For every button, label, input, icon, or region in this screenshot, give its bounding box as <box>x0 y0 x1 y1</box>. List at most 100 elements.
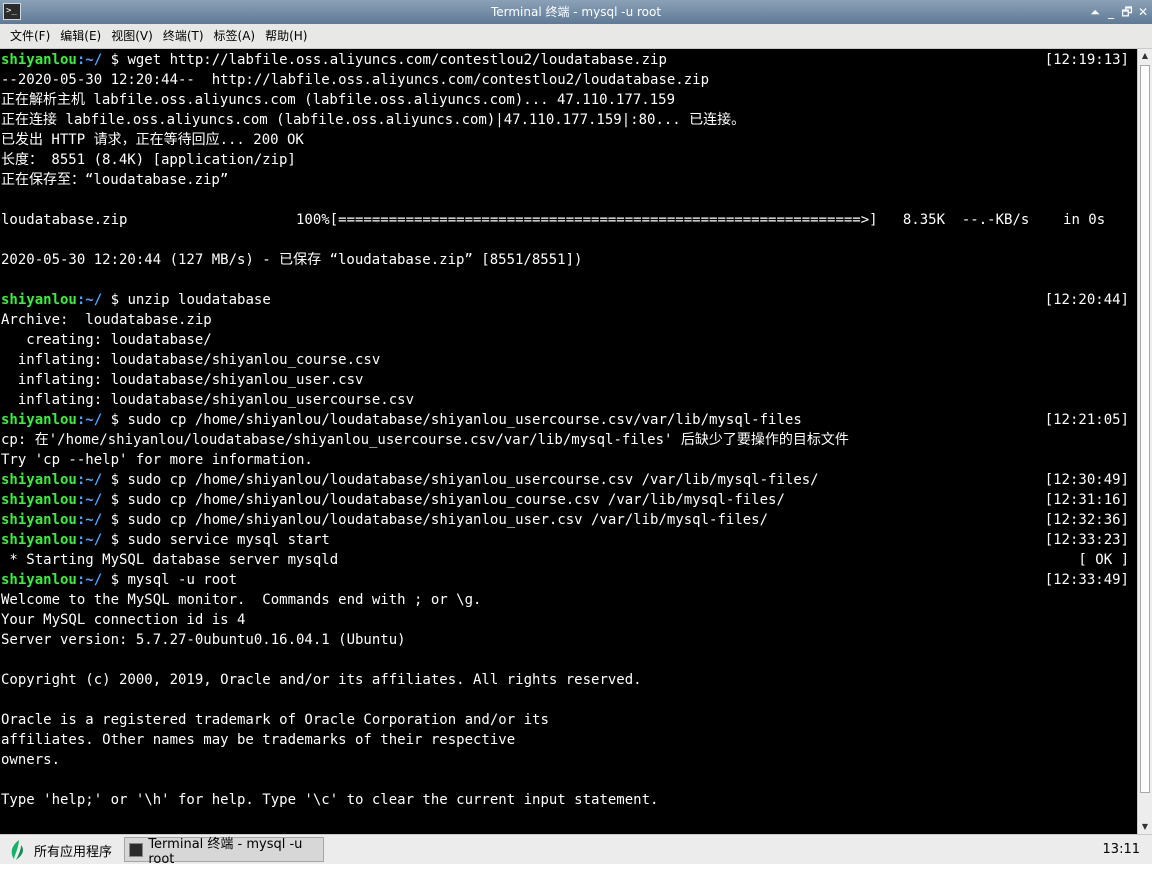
menu-view[interactable]: 视图(V) <box>106 24 158 48</box>
output-text: 2020-05-30 12:20:44 (127 MB/s) - 已保存 “lo… <box>1 252 583 268</box>
output-text: loudatabase.zip 100%[===================… <box>1 212 1106 228</box>
menu-edit[interactable]: 编辑(E) <box>55 24 106 48</box>
output-text: Your MySQL connection id is 4 <box>1 612 246 628</box>
applications-menu-button[interactable]: 所有应用程序 <box>6 837 112 863</box>
output-text: inflating: loudatabase/shiyanlou_course.… <box>1 352 381 368</box>
desktop-strip <box>0 864 1152 896</box>
prompt-line: shiyanlou:~/ $ sudo cp /home/shiyanlou/l… <box>1 490 785 510</box>
output-line: creating: loudatabase/ <box>1 330 212 350</box>
prompt-user: shiyanlou <box>1 532 77 548</box>
output-text: Copyright (c) 2000, 2019, Oracle and/or … <box>1 672 642 688</box>
prompt-symbol: $ <box>102 292 128 308</box>
menu-tabs[interactable]: 标签(A) <box>209 24 261 48</box>
leaf-logo-icon <box>11 840 24 860</box>
terminal-output[interactable]: shiyanlou:~/ $ wget http://labfile.oss.a… <box>0 49 1137 834</box>
output-line: 长度： 8551 (8.4K) [application/zip] <box>1 150 296 170</box>
scroll-thumb[interactable] <box>1140 65 1150 793</box>
prompt-path: :~/ <box>76 532 103 548</box>
prompt-path: :~/ <box>76 572 103 588</box>
output-line: Try 'cp --help' for more information. <box>1 450 313 470</box>
menu-bar: 文件(F) 编辑(E) 视图(V) 终端(T) 标签(A) 帮助(H) <box>0 24 1152 49</box>
prompt-user: shiyanlou <box>1 52 77 68</box>
output-text: cp: 在'/home/shiyanlou/loudatabase/shiyan… <box>1 432 849 448</box>
prompt-symbol: $ <box>102 412 128 428</box>
taskbar-terminal-label: Terminal 终端 - mysql -u root <box>148 836 303 867</box>
command-text: sudo cp /home/shiyanlou/loudatabase/shiy… <box>127 512 769 528</box>
prompt-line: shiyanlou:~/ $ sudo cp /home/shiyanlou/l… <box>1 510 768 530</box>
prompt-line: shiyanlou:~/ $ wget http://labfile.oss.a… <box>1 50 667 70</box>
output-line: Copyright (c) 2000, 2019, Oracle and/or … <box>1 670 642 690</box>
prompt-symbol: $ <box>102 532 128 548</box>
prompt-user: shiyanlou <box>1 472 77 488</box>
prompt-line: shiyanlou:~/ $ unzip loudatabase <box>1 290 271 310</box>
prompt-symbol: $ <box>102 52 128 68</box>
output-text: 长度： 8551 (8.4K) [application/zip] <box>1 152 296 168</box>
prompt-path: :~/ <box>76 512 103 528</box>
menu-terminal[interactable]: 终端(T) <box>158 24 209 48</box>
output-line: Your MySQL connection id is 4 <box>1 610 245 630</box>
taskbar-terminal-button[interactable]: Terminal 终端 - mysql -u root <box>124 837 324 867</box>
menu-file[interactable]: 文件(F) <box>5 24 55 48</box>
command-text: wget http://labfile.oss.aliyuncs.com/con… <box>127 52 667 68</box>
command-text: sudo cp /home/shiyanlou/loudatabase/shiy… <box>127 492 785 508</box>
scroll-down-icon[interactable]: ▼ <box>1138 820 1152 834</box>
output-text: creating: loudatabase/ <box>1 332 212 348</box>
output-line: 2020-05-30 12:20:44 (127 MB/s) - 已保存 “lo… <box>1 250 582 270</box>
output-line: affiliates. Other names may be trademark… <box>1 730 515 750</box>
vertical-scrollbar[interactable]: ▲ ▼ <box>1137 49 1152 834</box>
prompt-line: shiyanlou:~/ $ sudo cp /home/shiyanlou/l… <box>1 410 802 430</box>
output-line: 已发出 HTTP 请求，正在等待回应... 200 OK <box>1 130 304 150</box>
timestamp: [12:32:36] <box>1044 512 1129 528</box>
prompt-path: :~/ <box>76 412 103 428</box>
prompt-symbol: $ <box>102 512 128 528</box>
maximize-icon[interactable]: 🗗 <box>1120 0 1134 24</box>
output-text: owners. <box>1 752 61 768</box>
terminal-window: >_ Terminal 终端 - mysql -u root ⏶ _ 🗗 ✕ 文… <box>0 0 1152 834</box>
timestamp: [12:33:23] <box>1044 532 1129 548</box>
output-text: Type 'help;' or '\h' for help. Type '\c'… <box>1 792 659 808</box>
output-text: 正在连接 labfile.oss.aliyuncs.com (labfile.o… <box>1 112 746 128</box>
prompt-path: :~/ <box>76 492 103 508</box>
prompt-symbol: $ <box>102 492 128 508</box>
command-text: unzip loudatabase <box>127 292 271 308</box>
prompt-user: shiyanlou <box>1 572 77 588</box>
close-icon[interactable]: ✕ <box>1136 0 1150 24</box>
command-text: mysql -u root <box>127 572 238 588</box>
output-line: Welcome to the MySQL monitor. Commands e… <box>1 590 481 610</box>
prompt-line: shiyanlou:~/ $ sudo service mysql start <box>1 530 330 550</box>
output-line: 正在连接 labfile.oss.aliyuncs.com (labfile.o… <box>1 110 745 130</box>
command-text: sudo cp /home/shiyanlou/loudatabase/shiy… <box>127 472 819 488</box>
prompt-user: shiyanlou <box>1 492 77 508</box>
timestamp: [12:19:13] <box>1044 52 1129 68</box>
prompt-path: :~/ <box>76 472 103 488</box>
output-text: 已发出 HTTP 请求，正在等待回应... 200 OK <box>1 132 304 148</box>
output-line: inflating: loudatabase/shiyanlou_user.cs… <box>1 370 364 390</box>
timestamp: [12:31:16] <box>1044 492 1129 508</box>
output-text: Server version: 5.7.27-0ubuntu0.16.04.1 … <box>1 632 406 648</box>
prompt-line: shiyanlou:~/ $ sudo cp /home/shiyanlou/l… <box>1 470 819 490</box>
output-line: cp: 在'/home/shiyanlou/loudatabase/shiyan… <box>1 430 849 450</box>
output-line: loudatabase.zip 100%[===================… <box>1 210 1105 230</box>
status-ok: [ OK ] <box>1078 552 1129 568</box>
terminal-task-icon <box>129 842 144 857</box>
title-bar[interactable]: >_ Terminal 终端 - mysql -u root ⏶ _ 🗗 ✕ <box>0 0 1152 24</box>
prompt-path: :~/ <box>76 292 103 308</box>
clock[interactable]: 13:11 <box>1103 835 1140 865</box>
window-title: Terminal 终端 - mysql -u root <box>490 5 662 19</box>
minimize-icon[interactable]: _ <box>1104 0 1118 24</box>
shade-icon[interactable]: ⏶ <box>1088 0 1102 24</box>
timestamp: [12:20:44] <box>1044 292 1129 308</box>
prompt-user: shiyanlou <box>1 412 77 428</box>
prompt-user: shiyanlou <box>1 292 77 308</box>
output-text: --2020-05-30 12:20:44-- http://labfile.o… <box>1 72 710 88</box>
menu-help[interactable]: 帮助(H) <box>260 24 312 48</box>
timestamp: [12:33:49] <box>1044 572 1129 588</box>
scroll-up-icon[interactable]: ▲ <box>1138 49 1152 63</box>
taskbar: 所有应用程序 Terminal 终端 - mysql -u root 13:11 <box>0 834 1152 867</box>
output-text: inflating: loudatabase/shiyanlou_user.cs… <box>1 372 364 388</box>
output-text: * Starting MySQL database server mysqld <box>1 552 339 568</box>
timestamp: [12:30:49] <box>1044 472 1129 488</box>
output-text: 正在解析主机 labfile.oss.aliyuncs.com (labfile… <box>1 92 676 108</box>
output-text: inflating: loudatabase/shiyanlou_usercou… <box>1 392 415 408</box>
timestamp: [12:21:05] <box>1044 412 1129 428</box>
